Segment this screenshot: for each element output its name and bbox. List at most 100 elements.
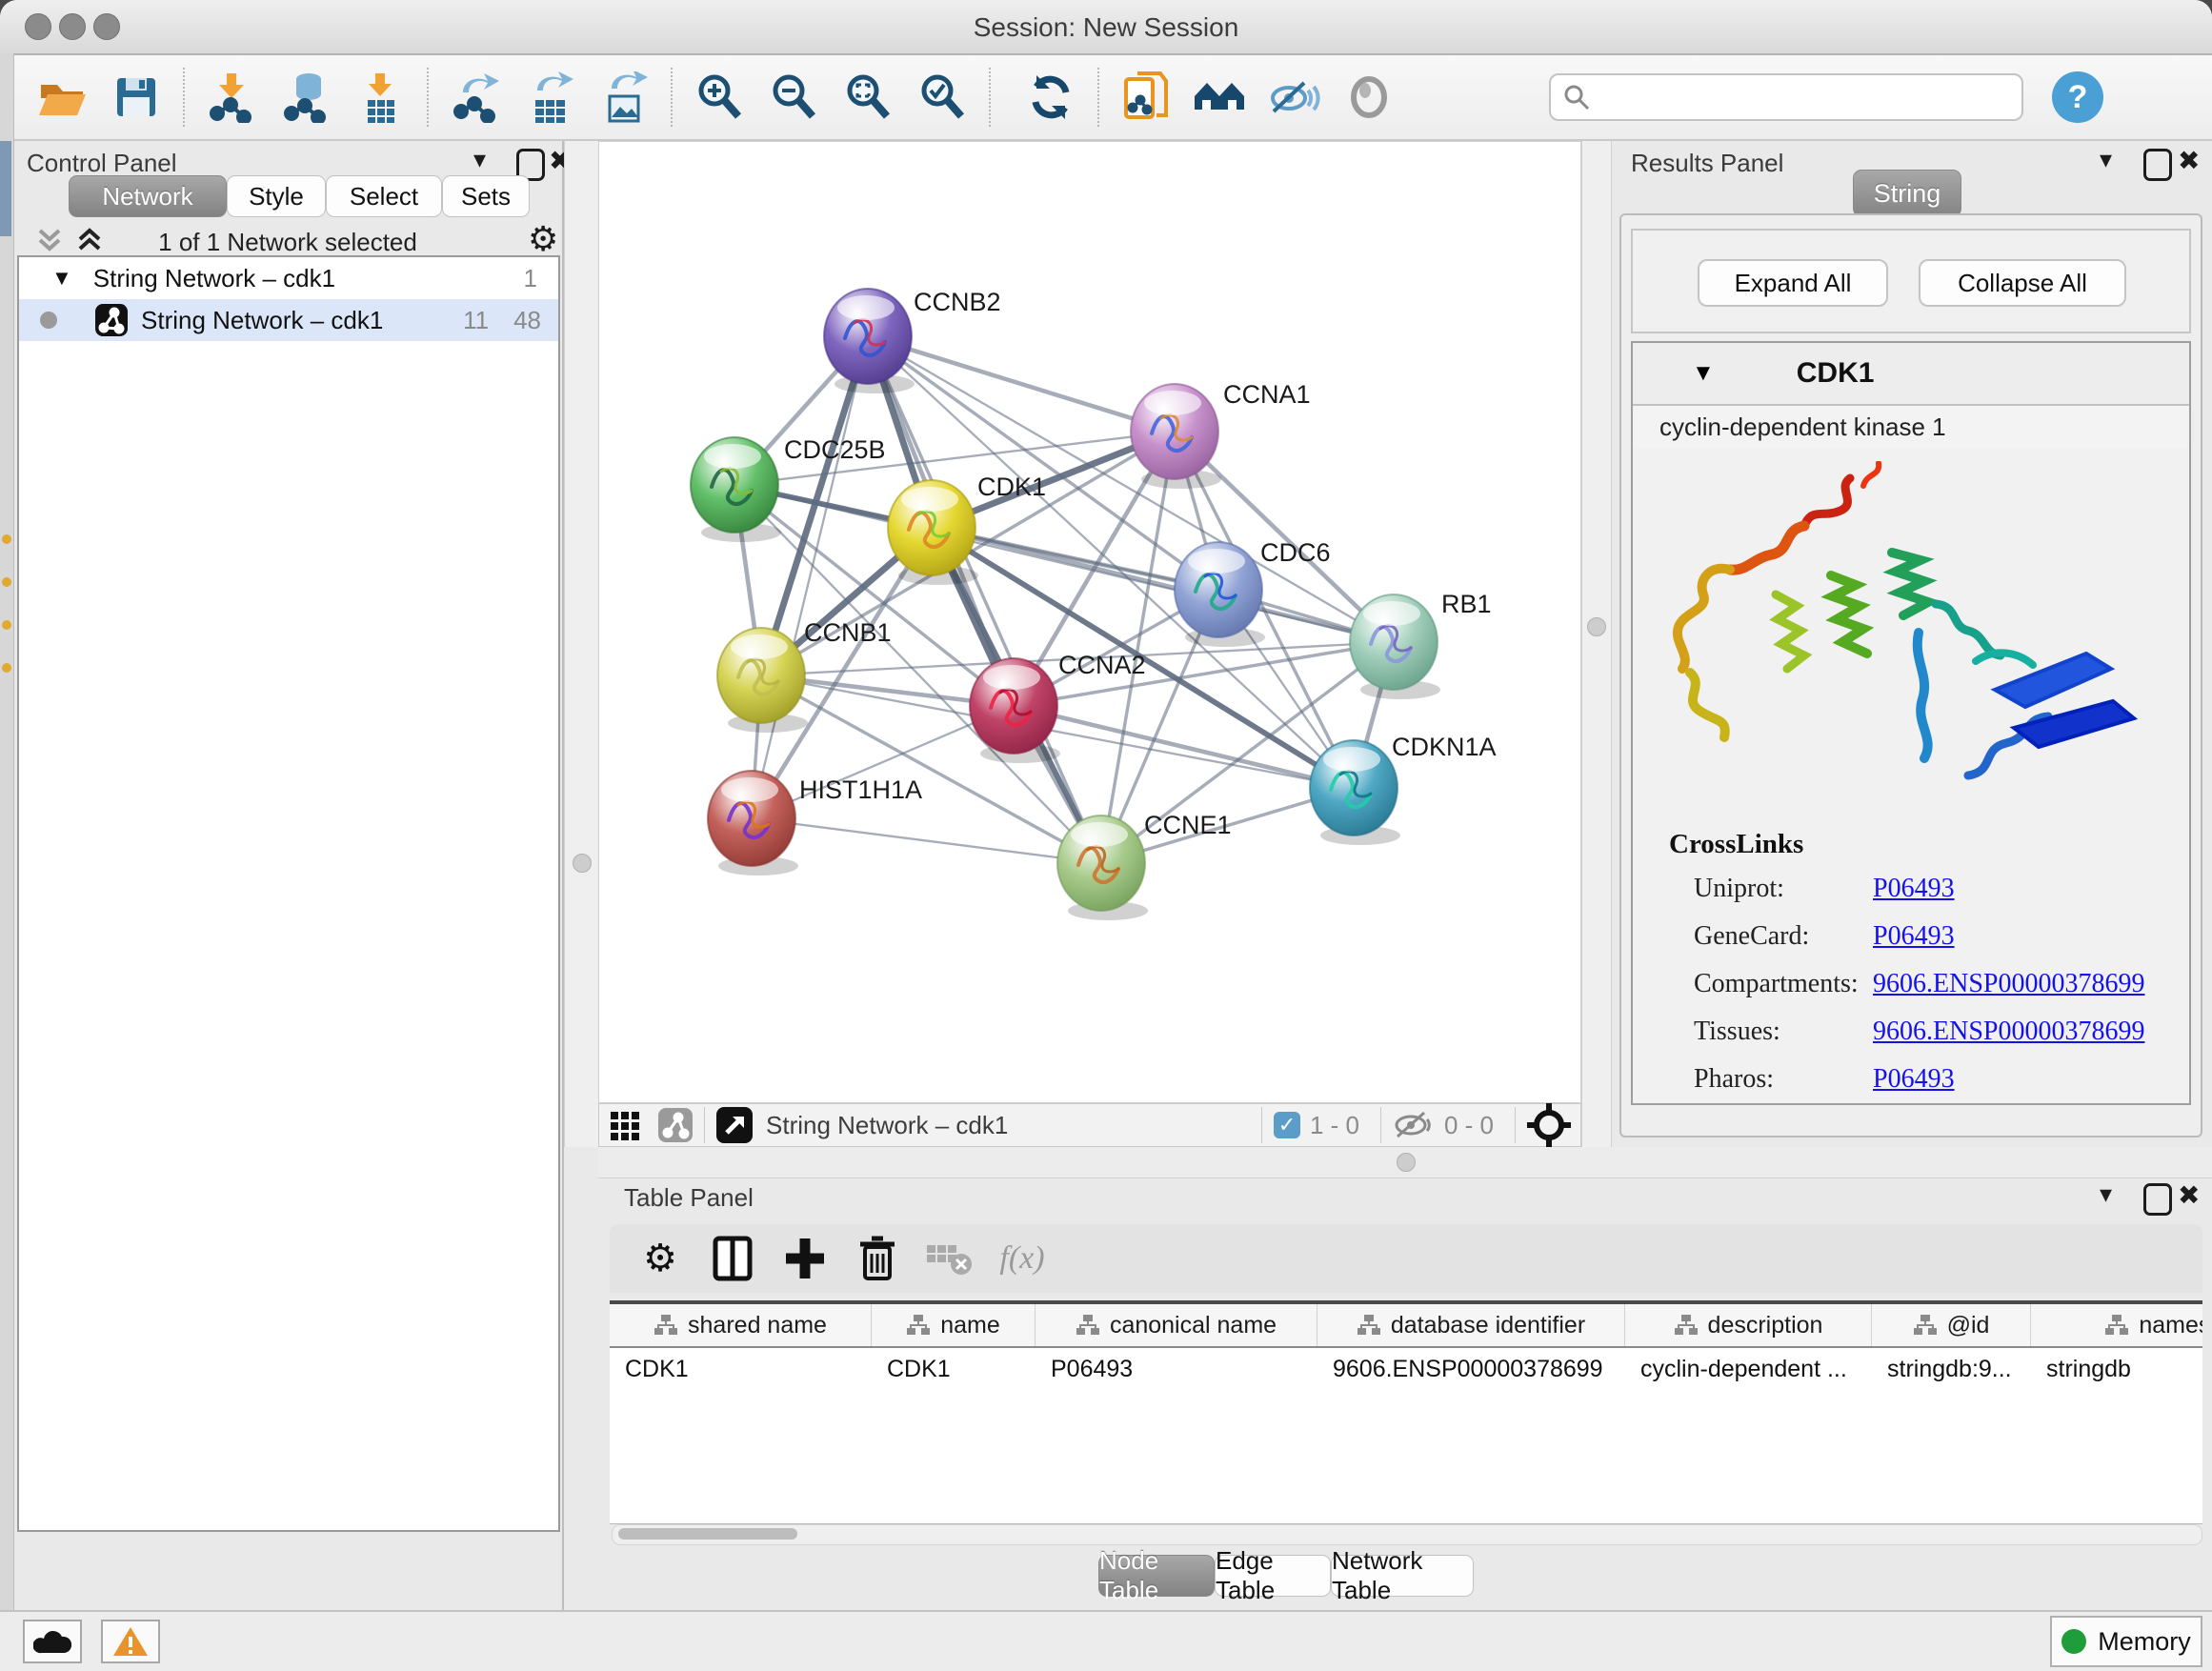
crosslink-link[interactable]: 9606.ENSP00000378699 [1873, 1017, 2189, 1047]
table-header-row: shared name name canonical name database… [610, 1304, 2202, 1348]
zoom-selected-button[interactable] [915, 70, 970, 125]
column-header[interactable]: @id [1872, 1304, 2031, 1346]
column-label: description [1708, 1312, 1823, 1339]
horizontal-splitter[interactable] [598, 1147, 2212, 1178]
left-splitter-collapse-handle[interactable] [573, 854, 592, 873]
delete-column-button[interactable] [850, 1234, 905, 1283]
column-header[interactable]: description [1625, 1304, 1872, 1346]
open-session-button[interactable] [34, 70, 90, 125]
crosslink-link[interactable]: 9606.ENSP00000378699 [1873, 969, 2189, 999]
table-panel-close-icon[interactable]: ✖ [2178, 1179, 2200, 1211]
table-panel-header: Table Panel ▾ ✖ [598, 1178, 2212, 1218]
results-tab-string[interactable]: String [1853, 170, 1961, 217]
table-panel-float-icon[interactable] [2143, 1183, 2172, 1216]
left-splitter[interactable] [564, 141, 600, 1147]
birdseye-crosshair-icon[interactable] [1527, 1103, 1571, 1147]
network-canvas[interactable]: CCNB2CCNA1CDC25BCDK1CDC6RB1CCNB1CCNA2CDK… [598, 141, 1581, 1103]
network-view-icon[interactable] [658, 1108, 693, 1142]
network-options-gear-icon[interactable]: ⚙ [528, 219, 558, 259]
gene-collapse-icon[interactable]: ▼ [1692, 360, 1715, 387]
grid-view-icon[interactable] [609, 1108, 643, 1142]
tab-select[interactable]: Select [326, 175, 442, 217]
show-columns-button[interactable] [705, 1234, 760, 1283]
tab-network[interactable]: Network [69, 175, 227, 217]
table-panel-collapse-icon[interactable]: ▾ [2100, 1179, 2112, 1209]
cloud-status-button[interactable] [23, 1620, 82, 1663]
warning-status-button[interactable] [101, 1620, 160, 1663]
show-glass-ball-button[interactable] [1341, 70, 1397, 125]
horizontal-splitter-handle[interactable] [1397, 1153, 1416, 1172]
control-panel-tabs: Network Style Select Sets [69, 175, 530, 217]
tab-sets[interactable]: Sets [442, 175, 530, 217]
crosslink-link[interactable]: P06493 [1873, 921, 2189, 952]
tree-expand-icon[interactable]: ▼ [51, 266, 72, 291]
enhanced-labels-button[interactable] [1267, 70, 1322, 125]
table-horizontal-scrollbar[interactable] [612, 1524, 2202, 1545]
crosslinks-heading: CrossLinks [1669, 829, 2189, 860]
string-home-button[interactable] [1193, 70, 1248, 125]
detach-view-icon[interactable] [716, 1107, 753, 1143]
export-image-button[interactable] [596, 70, 652, 125]
search-input[interactable] [1600, 79, 2010, 115]
crosslink-link[interactable]: P06493 [1873, 1064, 2189, 1095]
netbar-separator [704, 1107, 705, 1143]
collapse-all-label: Collapse All [1958, 269, 2087, 298]
results-panel-collapse-icon[interactable]: ▾ [2100, 145, 2112, 174]
table-row[interactable]: CDK1 CDK1 P06493 9606.ENSP00000378699 cy… [610, 1348, 2202, 1390]
save-session-button[interactable] [109, 70, 164, 125]
crosslink-link[interactable]: P06493 [1873, 874, 2189, 904]
column-header[interactable]: shared name [610, 1304, 872, 1346]
refresh-view-button[interactable] [1023, 70, 1078, 125]
network-selection-row: 1 of 1 Network selected ⚙ [13, 225, 562, 259]
zoom-in-button[interactable] [692, 70, 747, 125]
toolbar-separator [427, 68, 429, 127]
column-header[interactable]: namespace [2031, 1304, 2202, 1346]
results-button-box: Expand All Collapse All [1631, 229, 2191, 333]
create-column-button[interactable] [777, 1234, 833, 1283]
column-header[interactable]: name [872, 1304, 1036, 1346]
export-table-button[interactable] [522, 70, 577, 125]
gene-section-header[interactable]: ▼ CDK1 [1633, 343, 2189, 406]
import-table-button[interactable] [352, 70, 408, 125]
memory-button[interactable]: Memory [2050, 1616, 2202, 1667]
zoom-fit-button[interactable] [840, 70, 895, 125]
results-panel-close-icon[interactable]: ✖ [2178, 145, 2200, 176]
column-type-icon [906, 1314, 931, 1337]
expand-all-button[interactable]: Expand All [1698, 259, 1888, 307]
results-panel-float-icon[interactable] [2143, 149, 2172, 181]
help-button[interactable]: ? [2052, 71, 2103, 123]
zoom-out-button[interactable] [766, 70, 821, 125]
tab-style[interactable]: Style [227, 175, 326, 217]
right-splitter[interactable] [1581, 141, 1612, 1147]
toolbar-separator [671, 68, 673, 127]
control-panel-collapse-icon[interactable]: ▾ [473, 145, 486, 174]
tab-edge-table[interactable]: Edge Table [1215, 1555, 1331, 1597]
import-network-file-button[interactable] [204, 70, 259, 125]
network-collection-row[interactable]: ▼ String Network – cdk1 1 [19, 257, 558, 299]
right-splitter-collapse-handle[interactable] [1587, 617, 1606, 636]
node-label: CDK1 [977, 473, 1046, 501]
collapse-all-button[interactable]: Collapse All [1919, 259, 2126, 307]
results-gene-section: ▼ CDK1 cyclin-dependent kinase 1 [1631, 341, 2191, 1105]
import-network-icon [206, 71, 257, 123]
scrollbar-thumb[interactable] [618, 1528, 797, 1540]
network-row-selected[interactable]: String Network – cdk1 11 48 [19, 299, 558, 341]
column-header[interactable]: database identifier [1317, 1304, 1625, 1346]
tab-node-table[interactable]: Node Table [1098, 1555, 1215, 1597]
selected-checkbox-icon[interactable]: ✓ [1274, 1112, 1300, 1138]
tab-network-table[interactable]: Network Table [1331, 1555, 1474, 1597]
export-network-button[interactable] [448, 70, 503, 125]
column-header[interactable]: canonical name [1036, 1304, 1317, 1346]
table-tabs: Node Table Edge Table Network Table [1098, 1555, 1474, 1597]
node-label: RB1 [1441, 590, 1492, 618]
search-box[interactable] [1549, 73, 2023, 121]
string-protein-query-button[interactable] [1118, 70, 1174, 125]
delete-table-button-disabled[interactable] [922, 1234, 977, 1283]
import-network-database-button[interactable] [278, 70, 333, 125]
string-documents-icon [1120, 71, 1172, 123]
function-builder-button[interactable]: f(x) [995, 1234, 1050, 1283]
node-table[interactable]: shared name name canonical name database… [610, 1300, 2202, 1524]
table-options-button[interactable]: ⚙ [633, 1234, 688, 1283]
main-toolbar: ? [0, 55, 2212, 141]
hidden-eye-icon[interactable] [1393, 1109, 1435, 1141]
